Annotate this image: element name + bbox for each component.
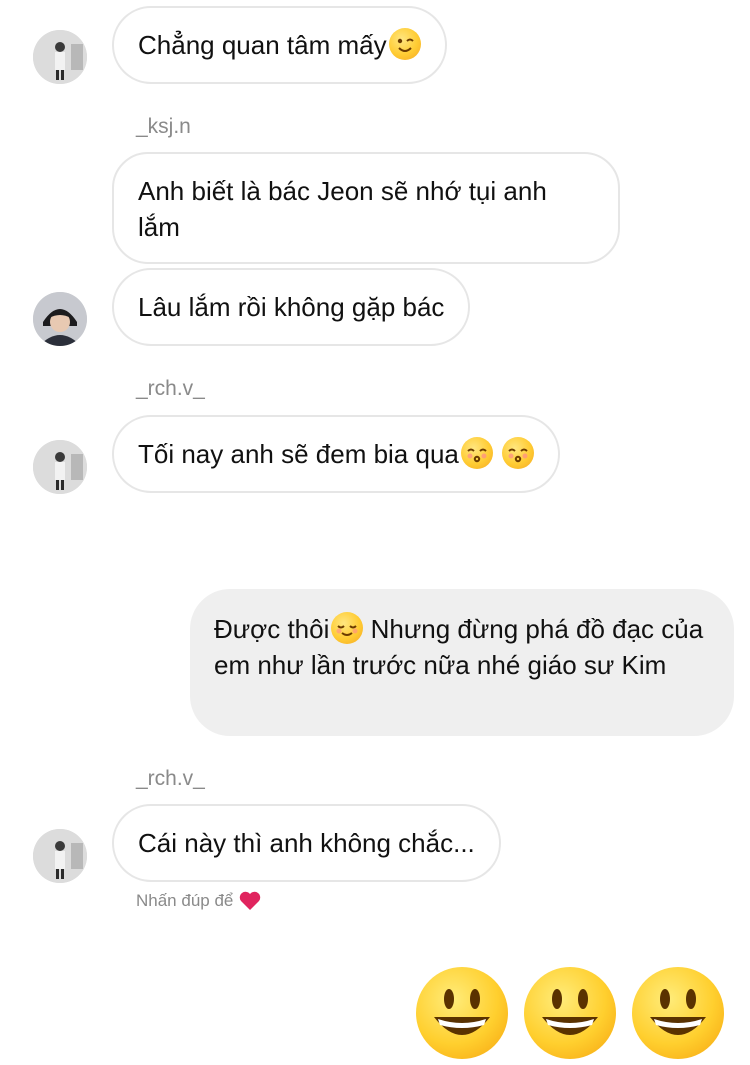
- message-bubble[interactable]: Chẳng quan tâm mấy: [112, 6, 447, 84]
- avatar-rch[interactable]: [33, 440, 87, 494]
- message-text: Tối nay anh sẽ đem bia qua: [138, 439, 459, 469]
- message-text: Được thôi: [214, 614, 330, 644]
- grinning-face-icon: [416, 967, 508, 1059]
- message-text: Chẳng quan tâm mấy: [138, 30, 387, 60]
- outgoing-message-bubble[interactable]: Được thôi Nhưng đừng phá đồ đạc của em n…: [190, 589, 734, 736]
- avatar-rch[interactable]: [33, 829, 87, 883]
- kissing-face-icon: [460, 437, 493, 469]
- message-bubble[interactable]: Anh biết là bác Jeon sẽ nhớ tụi anh lắm: [112, 152, 620, 264]
- double-tap-hint: Nhấn đúp để: [136, 891, 261, 911]
- sender-name: _rch.v_: [136, 377, 205, 400]
- avatar-ksj[interactable]: [33, 30, 87, 84]
- message-bubble[interactable]: Lâu lắm rồi không gặp bác: [112, 268, 471, 346]
- red-heart-icon[interactable]: [239, 891, 261, 911]
- grinning-face-icon: [632, 967, 724, 1059]
- message-text: Cái này thì anh không chắc...: [138, 828, 475, 858]
- relieved-face-icon: [331, 612, 364, 644]
- hint-text: Nhấn đúp để: [136, 891, 234, 910]
- sender-name: _rch.v_: [136, 767, 205, 790]
- kissing-face-icon: [502, 437, 535, 469]
- message-bubble[interactable]: Tối nay anh sẽ đem bia qua: [112, 415, 561, 493]
- avatar-ksj-photo[interactable]: [33, 292, 87, 346]
- message-bubble[interactable]: Cái này thì anh không chắc...: [112, 804, 501, 882]
- sender-name: _ksj.n: [136, 115, 191, 138]
- message-text: Anh biết là bác Jeon sẽ nhớ tụi anh lắm: [138, 176, 547, 242]
- grinning-face-icon: [524, 967, 616, 1059]
- wink-face-icon: [388, 28, 421, 60]
- message-text: Lâu lắm rồi không gặp bác: [138, 292, 445, 322]
